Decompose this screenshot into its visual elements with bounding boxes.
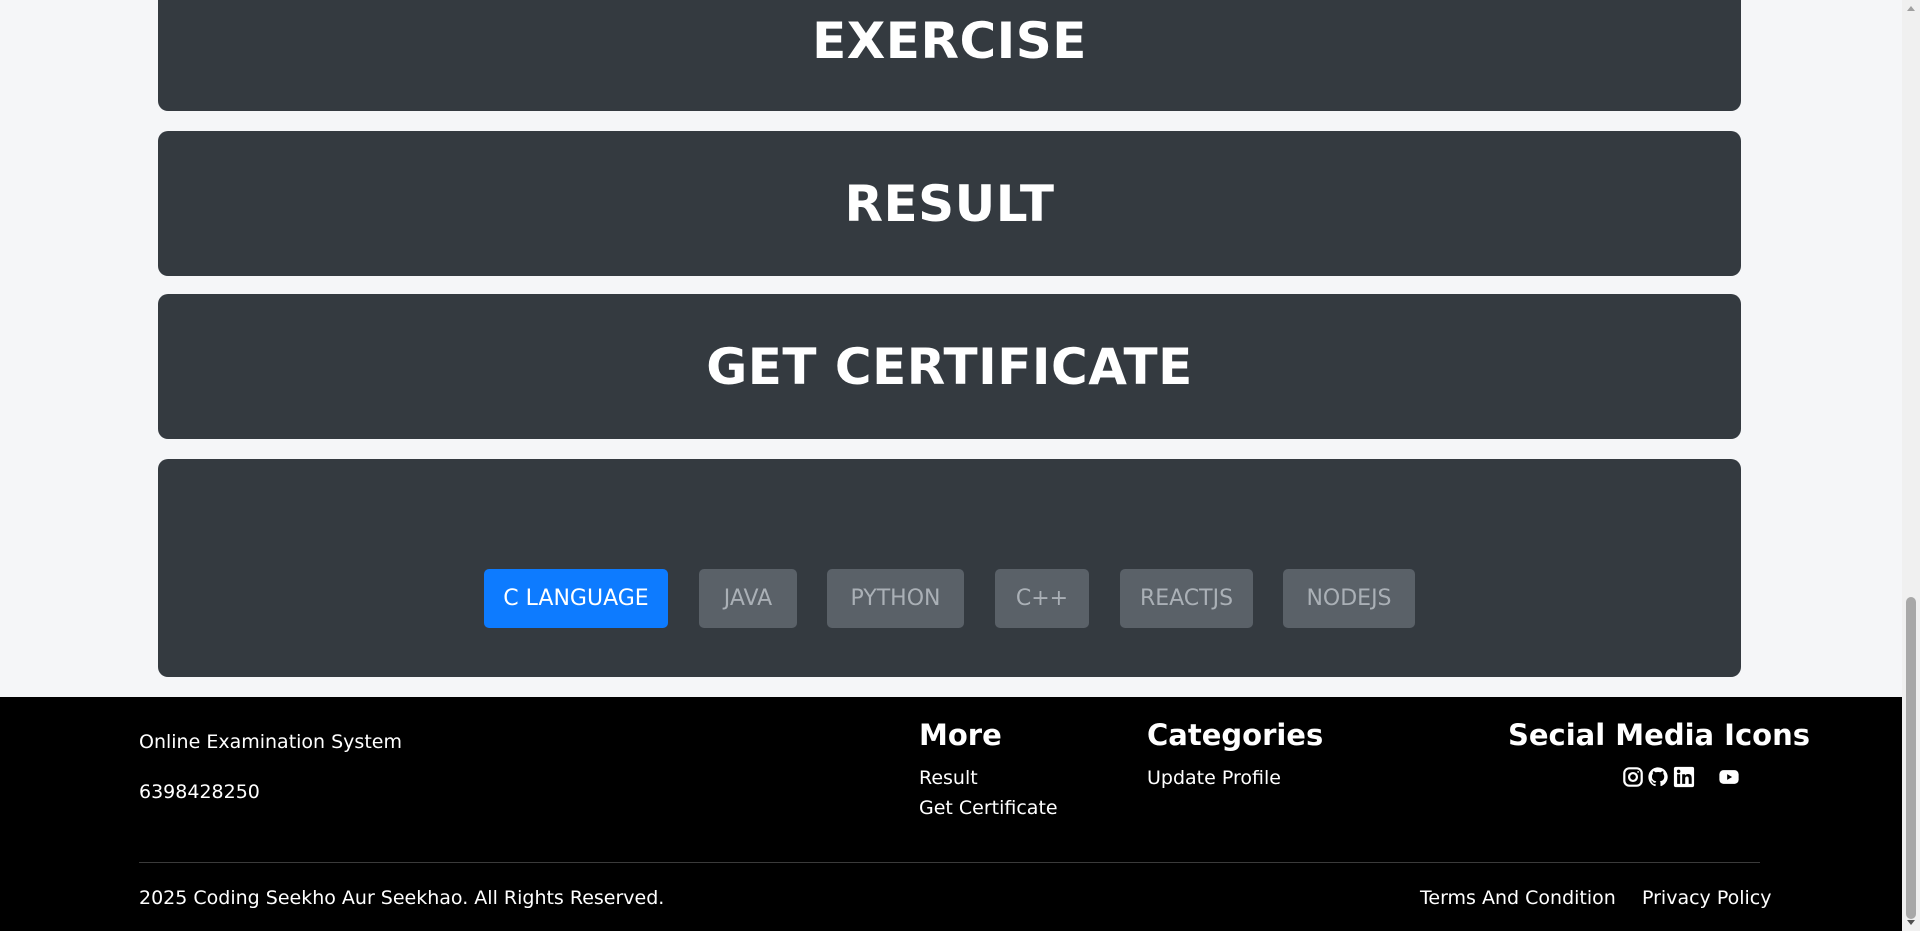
language-panel: C LANGUAGE JAVA PYTHON C++ REACTJS NODEJ…	[158, 459, 1741, 677]
tab-java-label: JAVA	[723, 586, 773, 611]
tab-nodejs[interactable]: NODEJS	[1283, 569, 1415, 628]
scroll-down-arrow-icon[interactable]	[1907, 920, 1915, 925]
tab-cpp[interactable]: C++	[995, 569, 1089, 628]
linkedin-icon[interactable]	[1673, 766, 1697, 790]
language-tabs: C LANGUAGE JAVA PYTHON C++ REACTJS NODEJ…	[158, 569, 1741, 629]
tab-python[interactable]: PYTHON	[827, 569, 964, 628]
footer-link-get-certificate[interactable]: Get Certificate	[919, 797, 1058, 819]
tab-python-label: PYTHON	[850, 586, 941, 611]
footer-link-result[interactable]: Result	[919, 767, 978, 789]
scroll-up-arrow-icon[interactable]	[1907, 6, 1915, 11]
privacy-policy-link[interactable]: Privacy Policy	[1642, 887, 1771, 909]
scrollbar-thumb[interactable]	[1906, 597, 1916, 919]
youtube-icon[interactable]	[1718, 766, 1742, 790]
tab-reactjs[interactable]: REACTJS	[1120, 569, 1253, 628]
categories-heading: Categories	[1147, 718, 1324, 752]
exercise-card[interactable]: EXERCISE	[158, 0, 1741, 111]
instagram-icon[interactable]	[1622, 766, 1646, 790]
exercise-card-label: EXERCISE	[812, 11, 1087, 70]
copyright-text: 2025 Coding Seekho Aur Seekhao. All Righ…	[139, 887, 665, 909]
footer-phone: 6398428250	[139, 781, 260, 803]
footer: Online Examination System 6398428250 Mor…	[0, 697, 1902, 931]
tab-cpp-label: C++	[1015, 586, 1069, 611]
vertical-scrollbar[interactable]	[1902, 0, 1920, 931]
github-icon[interactable]	[1647, 766, 1671, 790]
social-heading: Secial Media Icons	[1508, 718, 1810, 752]
result-card[interactable]: RESULT	[158, 131, 1741, 276]
get-certificate-card[interactable]: GET CERTIFICATE	[158, 294, 1741, 439]
footer-link-update-profile[interactable]: Update Profile	[1147, 767, 1281, 789]
tab-reactjs-label: REACTJS	[1139, 586, 1234, 611]
tab-java[interactable]: JAVA	[699, 569, 797, 628]
get-certificate-card-label: GET CERTIFICATE	[706, 337, 1193, 396]
footer-brand: Online Examination System	[139, 731, 402, 753]
tab-nodejs-label: NODEJS	[1306, 586, 1392, 611]
tab-c-language-label: C LANGUAGE	[503, 586, 649, 611]
more-heading: More	[919, 718, 1002, 752]
tab-c-language[interactable]: C LANGUAGE	[484, 569, 668, 628]
terms-link[interactable]: Terms And Condition	[1420, 887, 1616, 909]
page-content: EXERCISE RESULT GET CERTIFICATE C LANGUA…	[0, 0, 1902, 931]
result-card-label: RESULT	[844, 174, 1055, 233]
footer-divider	[139, 862, 1760, 863]
